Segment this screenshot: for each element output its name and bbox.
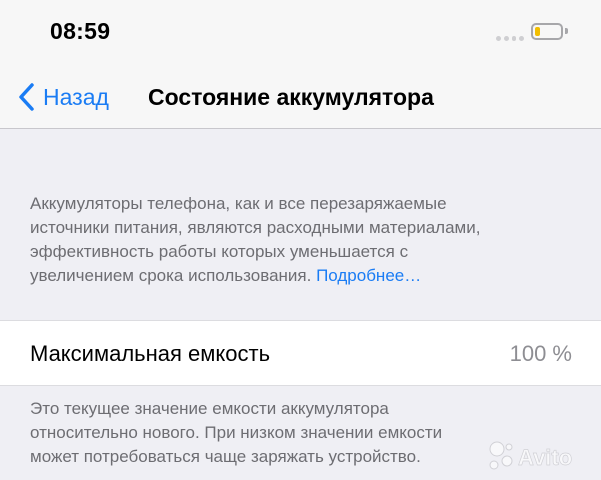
maximum-capacity-value: 100 %: [509, 341, 572, 366]
description-line: эффективность работы которых уменьшается…: [30, 242, 409, 261]
status-time: 08:59: [50, 18, 111, 44]
back-button[interactable]: Назад: [17, 80, 109, 114]
page-title: Состояние аккумулятора: [148, 84, 434, 110]
description-text: увеличением срока использования.: [30, 266, 317, 285]
status-bar: 08:59: [0, 0, 601, 64]
avito-watermark-logo: Avito: [489, 441, 573, 470]
description-line: Аккумуляторы телефона, как и все перезар…: [30, 194, 447, 213]
battery-icon: [531, 23, 563, 40]
chevron-left-icon: [19, 83, 34, 111]
learn-more-link[interactable]: Подробнее…: [316, 266, 421, 285]
maximum-capacity-label: Максимальная емкость: [30, 341, 271, 366]
footnote-line: Это текущее значение емкости аккумулятор…: [30, 399, 389, 418]
back-label: Назад: [43, 83, 109, 110]
watermark-text: Avito: [518, 445, 572, 470]
description-line-last: увеличением срока использования. Подробн…: [30, 264, 590, 288]
maximum-capacity-row: Максимальная емкость 100 %: [0, 320, 601, 386]
cellular-signal-icon: [496, 31, 524, 41]
battery-tip: [565, 28, 568, 34]
navigation-bar: Назад Состояние аккумулятора: [0, 64, 601, 129]
description-line: источники питания, являются расходными м…: [30, 218, 481, 237]
battery-description: Аккумуляторы телефона, как и все перезар…: [30, 192, 590, 288]
